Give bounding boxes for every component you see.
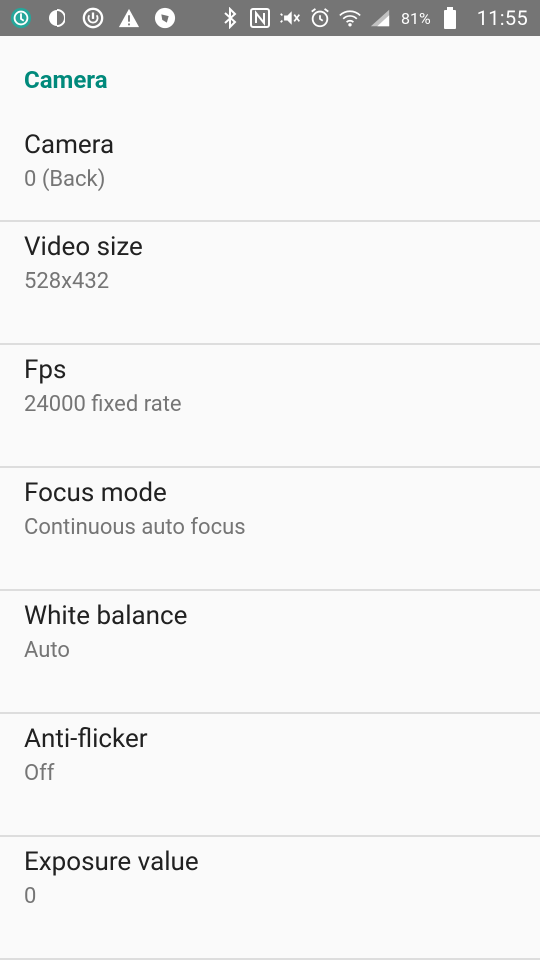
pref-title: Fps [24, 355, 67, 385]
battery-icon [439, 7, 461, 29]
pref-summary: 24000 fixed rate [24, 392, 182, 417]
pref-title: Anti-flicker [24, 724, 148, 754]
signal-icon [369, 7, 391, 29]
pref-video-size[interactable]: Video size 528x432 [0, 222, 540, 345]
pref-summary: 0 (Back) [24, 167, 106, 192]
pref-exposure-value[interactable]: Exposure value 0 [0, 837, 540, 960]
pref-title: Focus mode [24, 478, 167, 508]
pref-title: Video size [24, 232, 143, 262]
pref-camera[interactable]: Camera 0 (Back) [0, 122, 540, 222]
battery-percent: 81% [400, 8, 431, 28]
half-circle-icon [46, 7, 68, 29]
pref-title: Exposure value [24, 847, 199, 877]
warning-icon [118, 7, 140, 29]
pref-summary: 528x432 [24, 269, 110, 294]
pref-anti-flicker[interactable]: Anti-flicker Off [0, 714, 540, 837]
status-bar: 81% 11:55 [0, 0, 540, 36]
category-header: Camera [24, 66, 108, 94]
nfc-icon [249, 7, 271, 29]
pref-summary: Continuous auto focus [24, 515, 246, 540]
pref-white-balance[interactable]: White balance Auto [0, 591, 540, 714]
settings-list: Camera Camera 0 (Back) Video size 528x43… [0, 36, 540, 960]
app-circle-icon [10, 7, 32, 29]
pref-summary: 0 [24, 884, 37, 909]
clock: 11:55 [476, 6, 528, 30]
bluetooth-icon [219, 7, 241, 29]
shield-icon [154, 7, 176, 29]
power-circle-icon [82, 7, 104, 29]
alarm-icon [309, 7, 331, 29]
pref-fps[interactable]: Fps 24000 fixed rate [0, 345, 540, 468]
mute-icon [279, 7, 301, 29]
pref-title: White balance [24, 601, 188, 631]
system-icons: 81% 11:55 [219, 6, 528, 30]
pref-focus-mode[interactable]: Focus mode Continuous auto focus [0, 468, 540, 591]
notification-icons [10, 7, 219, 29]
pref-summary: Off [24, 761, 55, 786]
wifi-icon [339, 7, 361, 29]
pref-title: Camera [24, 130, 115, 160]
pref-summary: Auto [24, 638, 70, 663]
